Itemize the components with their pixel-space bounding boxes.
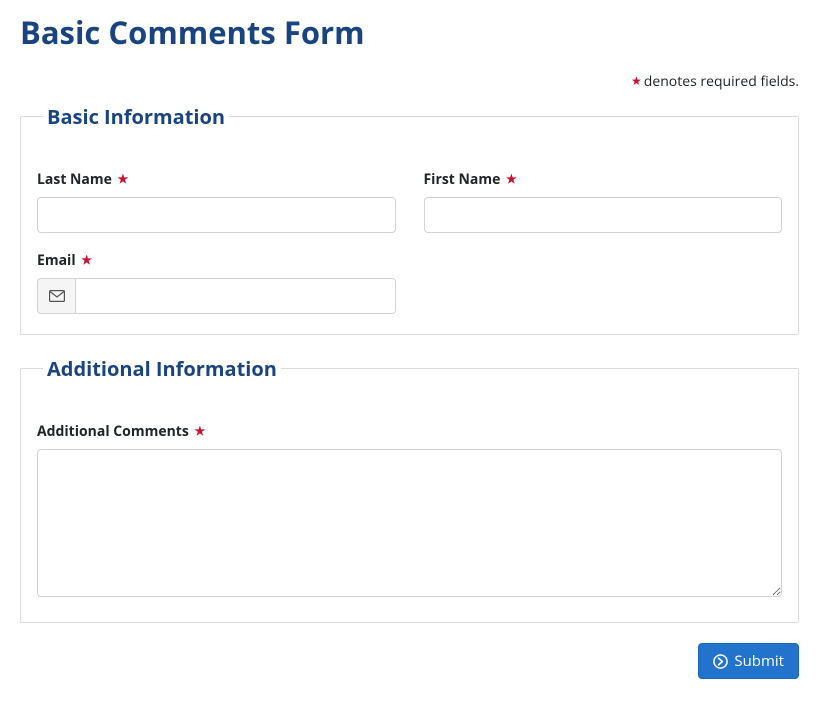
star-icon: ★ — [506, 170, 517, 187]
required-fields-note: ★denotes required fields. — [20, 72, 799, 91]
last-name-label: Last Name ★ — [37, 170, 396, 189]
star-icon: ★ — [194, 422, 205, 439]
page-title: Basic Comments Form — [20, 12, 799, 54]
additional-information-section: Additional Information Additional Commen… — [20, 355, 799, 623]
email-input[interactable] — [75, 278, 396, 314]
submit-button[interactable]: Submit — [698, 643, 799, 679]
star-icon: ★ — [81, 251, 92, 268]
comments-label: Additional Comments ★ — [37, 422, 782, 441]
last-name-input[interactable] — [37, 197, 396, 233]
star-icon: ★ — [118, 170, 129, 187]
arrow-circle-right-icon — [713, 654, 728, 669]
submit-label: Submit — [734, 651, 784, 671]
envelope-icon — [37, 278, 75, 314]
basic-legend: Basic Information — [43, 103, 229, 130]
basic-information-section: Basic Information Last Name ★ First Name… — [20, 103, 799, 335]
first-name-label: First Name ★ — [424, 170, 783, 189]
comments-textarea[interactable] — [37, 449, 782, 597]
first-name-input[interactable] — [424, 197, 783, 233]
star-icon: ★ — [631, 72, 642, 89]
additional-legend: Additional Information — [43, 355, 281, 382]
required-note-text: denotes required fields. — [644, 72, 799, 91]
email-label: Email ★ — [37, 251, 396, 270]
